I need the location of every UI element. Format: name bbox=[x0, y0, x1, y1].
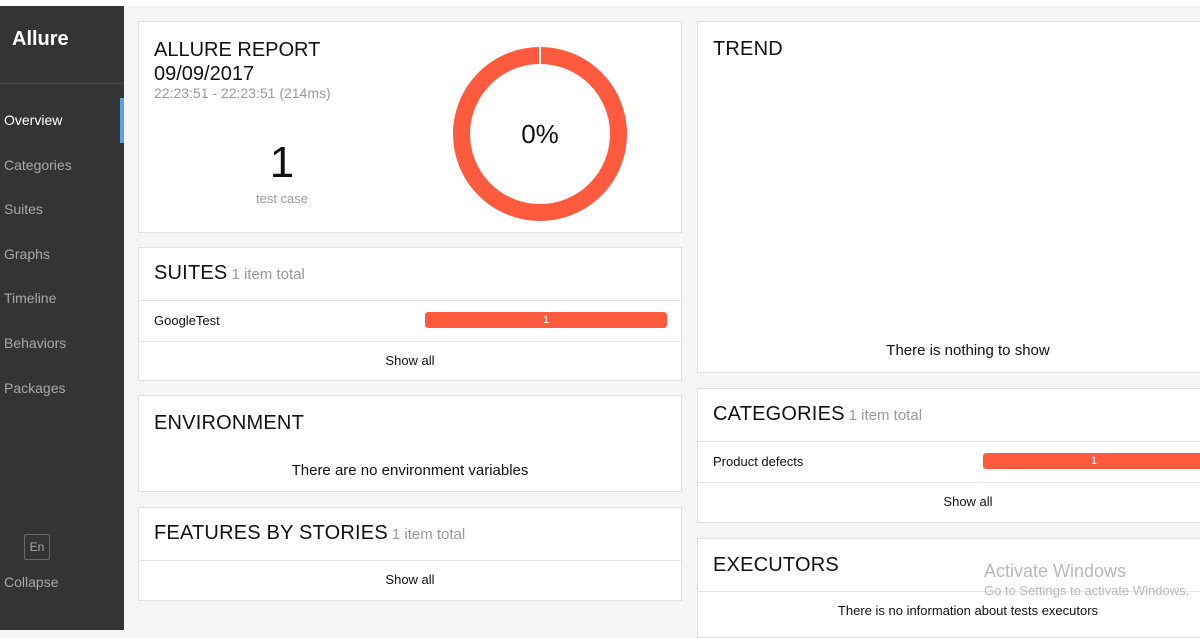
sidebar-item-suites[interactable]: Suites bbox=[0, 187, 124, 232]
category-row[interactable]: Product defects 1 bbox=[698, 442, 1200, 483]
sidebar-nav: Overview Categories Suites Graphs Timeli… bbox=[0, 84, 124, 410]
test-case-count: 1 bbox=[269, 138, 295, 187]
environment-title: ENVIRONMENT bbox=[154, 412, 304, 434]
suites-show-all-link[interactable]: Show all bbox=[139, 342, 681, 380]
executors-title: EXECUTORS bbox=[713, 554, 839, 576]
sidebar-item-label: Suites bbox=[4, 201, 43, 218]
app-logo[interactable]: Allure bbox=[0, 6, 124, 84]
features-total: 1 item total bbox=[391, 526, 466, 543]
trend-empty-message: There is nothing to show bbox=[886, 342, 1050, 359]
trend-title: TREND bbox=[713, 38, 783, 60]
categories-header: CATEGORIES 1 item total bbox=[698, 389, 1200, 442]
sidebar-item-packages[interactable]: Packages bbox=[0, 366, 124, 411]
suites-widget: SUITES 1 item total GoogleTest 1 Show all bbox=[138, 247, 682, 381]
trend-header: TREND bbox=[698, 22, 1200, 61]
success-rate-donut[interactable]: 0% bbox=[452, 46, 628, 222]
report-title: ALLURE REPORT bbox=[154, 39, 321, 61]
language-button[interactable]: En bbox=[24, 534, 50, 560]
overview-widget: ALLURE REPORT 09/09/2017 22:23:51 - 22:2… bbox=[138, 21, 682, 233]
categories-total: 1 item total bbox=[848, 407, 923, 424]
suites-header: SUITES 1 item total bbox=[139, 248, 681, 301]
test-case-caption: test case bbox=[255, 191, 309, 206]
trend-widget: TREND There is nothing to show bbox=[697, 21, 1200, 373]
category-name: Product defects bbox=[713, 454, 804, 469]
sidebar-item-behaviors[interactable]: Behaviors bbox=[0, 321, 124, 366]
executors-header: EXECUTORS bbox=[698, 539, 1200, 592]
features-title: FEATURES BY STORIES bbox=[154, 522, 388, 544]
features-header: FEATURES BY STORIES 1 item total bbox=[139, 508, 681, 561]
sidebar-item-label: Packages bbox=[4, 379, 66, 396]
features-show-all-link[interactable]: Show all bbox=[139, 561, 681, 599]
executors-widget: EXECUTORS There is no information about … bbox=[697, 538, 1200, 638]
suites-total: 1 item total bbox=[231, 266, 305, 283]
environment-widget: ENVIRONMENT There are no environment var… bbox=[138, 395, 682, 492]
features-widget: FEATURES BY STORIES 1 item total Show all bbox=[138, 507, 682, 601]
executors-empty-message: There is no information about tests exec… bbox=[837, 603, 1099, 618]
environment-empty-message: There are no environment variables bbox=[291, 462, 529, 479]
success-rate-label: 0% bbox=[521, 119, 559, 149]
sidebar-item-graphs[interactable]: Graphs bbox=[0, 232, 124, 277]
collapse-button[interactable]: Collapse bbox=[4, 574, 58, 590]
top-bar bbox=[0, 0, 1200, 6]
sidebar-item-label: Timeline bbox=[4, 290, 57, 307]
suite-status-bar[interactable]: 1 bbox=[425, 312, 667, 328]
sidebar-item-label: Overview bbox=[4, 112, 63, 128]
suites-title: SUITES bbox=[154, 262, 228, 284]
report-date: 09/09/2017 bbox=[154, 63, 255, 85]
categories-widget: CATEGORIES 1 item total Product defects 1… bbox=[697, 388, 1200, 523]
sidebar-item-categories[interactable]: Categories bbox=[0, 143, 124, 188]
environment-header: ENVIRONMENT bbox=[139, 396, 681, 448]
category-status-bar[interactable]: 1 bbox=[983, 453, 1200, 469]
sidebar-item-timeline[interactable]: Timeline bbox=[0, 276, 124, 321]
report-time-range: 22:23:51 - 22:23:51 (214ms) bbox=[154, 85, 331, 101]
sidebar: Allure Overview Categories Suites Graphs… bbox=[0, 6, 124, 630]
sidebar-item-label: Categories bbox=[4, 156, 72, 173]
suite-row[interactable]: GoogleTest 1 bbox=[139, 301, 681, 342]
suite-name: GoogleTest bbox=[154, 313, 220, 328]
categories-title: CATEGORIES bbox=[713, 403, 845, 425]
sidebar-item-overview[interactable]: Overview bbox=[0, 98, 124, 143]
sidebar-item-label: Behaviors bbox=[4, 334, 67, 351]
sidebar-item-label: Graphs bbox=[4, 245, 50, 262]
categories-show-all-link[interactable]: Show all bbox=[698, 483, 1200, 521]
